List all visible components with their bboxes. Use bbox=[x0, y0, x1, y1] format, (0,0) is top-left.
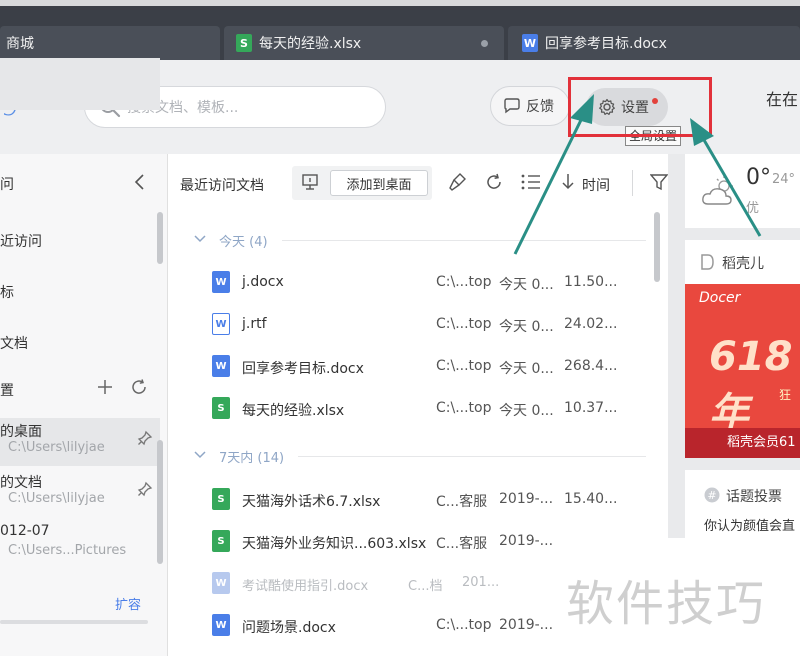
arrow-head-left bbox=[570, 94, 594, 124]
arrow-head-right bbox=[690, 118, 714, 146]
arrow-line-left bbox=[513, 117, 584, 255]
arrow-line-right bbox=[702, 139, 762, 237]
annotation-arrows bbox=[513, 94, 762, 255]
